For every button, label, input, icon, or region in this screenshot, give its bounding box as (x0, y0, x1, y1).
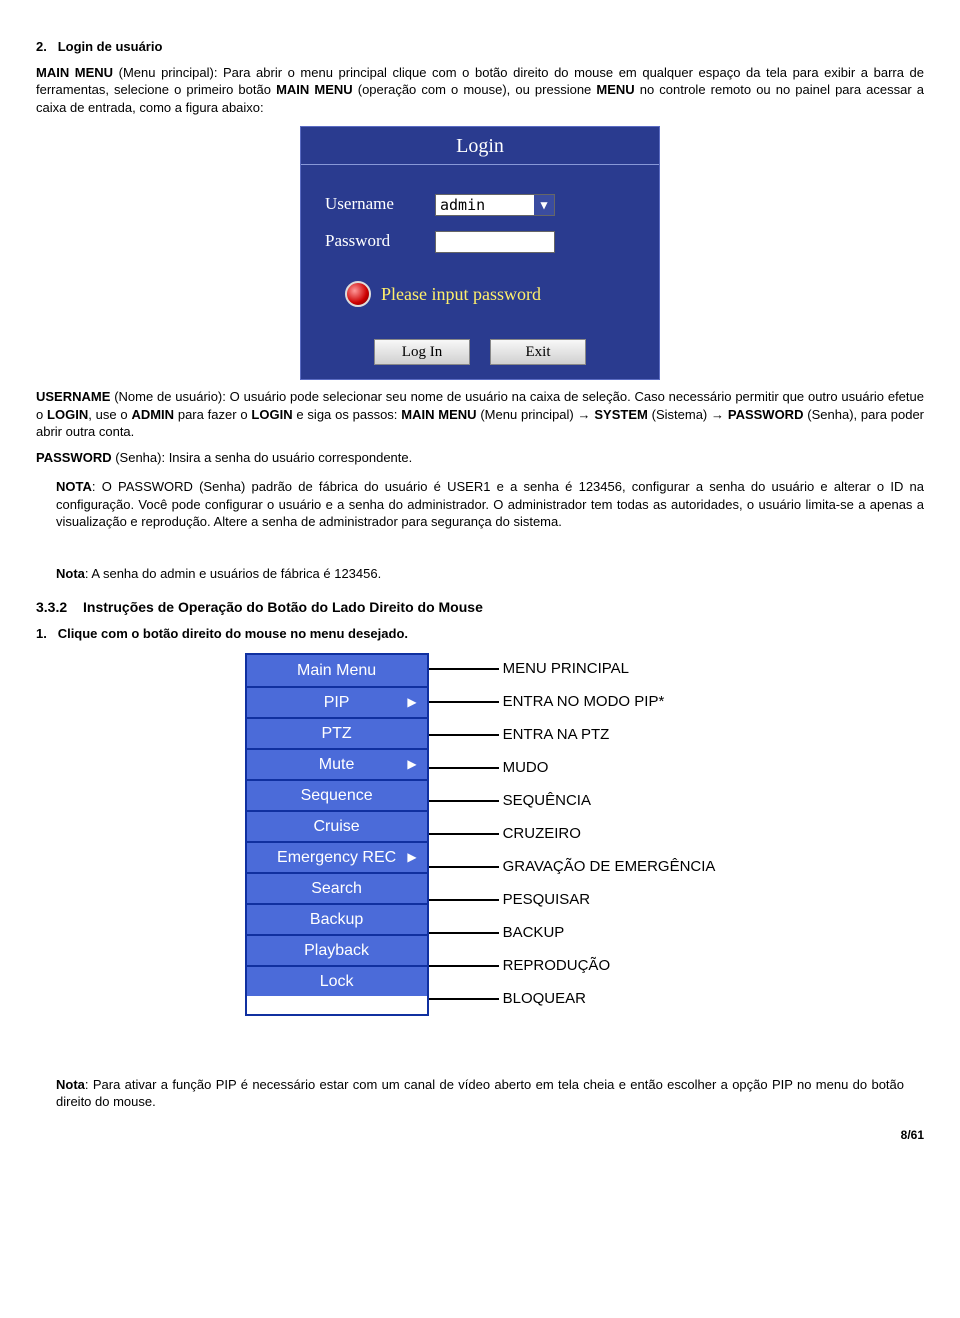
menu-item-label: Cruise (313, 816, 359, 838)
menu-item-label: Lock (320, 971, 354, 993)
submenu-arrow-icon: ▶ (407, 756, 416, 772)
warning-icon (345, 281, 371, 307)
menu-description-row: MUDO (429, 752, 716, 785)
menu-description-label: PESQUISAR (503, 890, 591, 910)
menu-item[interactable]: Sequence (247, 779, 427, 810)
menu-item-label: Main Menu (297, 660, 376, 682)
context-menu-descriptions: MENU PRINCIPAL ENTRA NO MODO PIP* ENTRA NA… (429, 653, 716, 1016)
username-paragraph: USERNAME (Nome de usuário): O usuário po… (36, 388, 924, 441)
menu-item[interactable]: Lock (247, 965, 427, 996)
menu-item[interactable]: Emergency REC ▶ (247, 841, 427, 872)
context-menu: Main Menu PIP ▶ PTZ Mute ▶ Sequence Cruise Emerg… (245, 653, 429, 1016)
leader-line (429, 668, 499, 670)
login-dialog: Login Username admin ▼ Password Please i… (300, 126, 660, 380)
leader-line (429, 866, 499, 868)
password-label: Password (325, 230, 435, 253)
menu-item-label: Mute (319, 754, 355, 776)
menu-item[interactable]: Playback (247, 934, 427, 965)
context-menu-diagram: Main Menu PIP ▶ PTZ Mute ▶ Sequence Cruise Emerg… (36, 653, 924, 1016)
menu-description-label: GRAVAÇÃO DE EMERGÊNCIA (503, 857, 716, 877)
menu-description-row: SEQUÊNCIA (429, 785, 716, 818)
menu-description-row: ENTRA NO MODO PIP* (429, 686, 716, 719)
submenu-arrow-icon: ▶ (407, 849, 416, 865)
menu-item[interactable]: Backup (247, 903, 427, 934)
leader-line (429, 833, 499, 835)
menu-item[interactable]: PTZ (247, 717, 427, 748)
menu-item-label: Search (311, 878, 362, 900)
heading-3-3-2: 3.3.2 Instruções de Operação do Botão do… (36, 598, 924, 617)
menu-description-label: ENTRA NA PTZ (503, 725, 610, 745)
section-number: 2. (36, 39, 47, 54)
menu-description-label: SEQUÊNCIA (503, 791, 591, 811)
login-button[interactable]: Log In (374, 339, 470, 365)
menu-description-row: REPRODUÇÃO (429, 950, 716, 983)
menu-item-label: Backup (310, 909, 363, 931)
leader-line (429, 767, 499, 769)
submenu-arrow-icon: ▶ (407, 694, 416, 710)
page-number: 8/61 (36, 1127, 924, 1143)
note-password-default: NOTA: O PASSWORD (Senha) padrão de fábri… (56, 476, 924, 533)
menu-description-label: MENU PRINCIPAL (503, 659, 629, 679)
step-1: 1. Clique com o botão direito do mouse n… (36, 625, 924, 643)
menu-item-label: Sequence (301, 785, 373, 807)
menu-description-row: GRAVAÇÃO DE EMERGÊNCIA (429, 851, 716, 884)
menu-item[interactable]: Search (247, 872, 427, 903)
username-label: Username (325, 193, 435, 216)
menu-description-label: ENTRA NO MODO PIP* (503, 692, 665, 712)
menu-item[interactable]: PIP ▶ (247, 686, 427, 717)
section-title: Login de usuário (58, 39, 163, 54)
leader-line (429, 701, 499, 703)
menu-description-label: BLOQUEAR (503, 989, 586, 1009)
menu-description-label: BACKUP (503, 923, 565, 943)
menu-description-row: PESQUISAR (429, 884, 716, 917)
menu-description-row: BLOQUEAR (429, 983, 716, 1016)
menu-item[interactable]: Cruise (247, 810, 427, 841)
section2-heading: 2. Login de usuário (36, 38, 924, 56)
warning-text: Please input password (381, 282, 541, 306)
intro-paragraph: MAIN MENU (Menu principal): Para abrir o… (36, 64, 924, 117)
leader-line (429, 899, 499, 901)
menu-item-label: PTZ (321, 723, 351, 745)
leader-line (429, 734, 499, 736)
password-paragraph: PASSWORD (Senha): Insira a senha do usuá… (36, 449, 924, 467)
login-title: Login (301, 127, 659, 165)
menu-description-label: MUDO (503, 758, 549, 778)
menu-item-label: PIP (324, 692, 350, 714)
exit-button[interactable]: Exit (490, 339, 586, 365)
menu-description-label: CRUZEIRO (503, 824, 581, 844)
chevron-down-icon[interactable]: ▼ (534, 195, 554, 215)
username-select[interactable]: admin ▼ (435, 194, 555, 216)
menu-description-row: MENU PRINCIPAL (429, 653, 716, 686)
menu-item-label: Emergency REC (277, 847, 396, 869)
menu-description-row: CRUZEIRO (429, 818, 716, 851)
leader-line (429, 998, 499, 1000)
menu-description-row: BACKUP (429, 917, 716, 950)
leader-line (429, 965, 499, 967)
leader-line (429, 932, 499, 934)
menu-item-label: Playback (304, 940, 369, 962)
menu-description-label: REPRODUÇÃO (503, 956, 611, 976)
menu-item[interactable]: Mute ▶ (247, 748, 427, 779)
username-value: admin (440, 195, 485, 215)
note-pip: Nota: Para ativar a função PIP é necessá… (56, 1076, 904, 1111)
note-factory-password: Nota: A senha do admin e usuários de fáb… (56, 563, 924, 585)
leader-line (429, 800, 499, 802)
menu-description-row: ENTRA NA PTZ (429, 719, 716, 752)
menu-item[interactable]: Main Menu (247, 655, 427, 686)
password-input[interactable] (435, 231, 555, 253)
